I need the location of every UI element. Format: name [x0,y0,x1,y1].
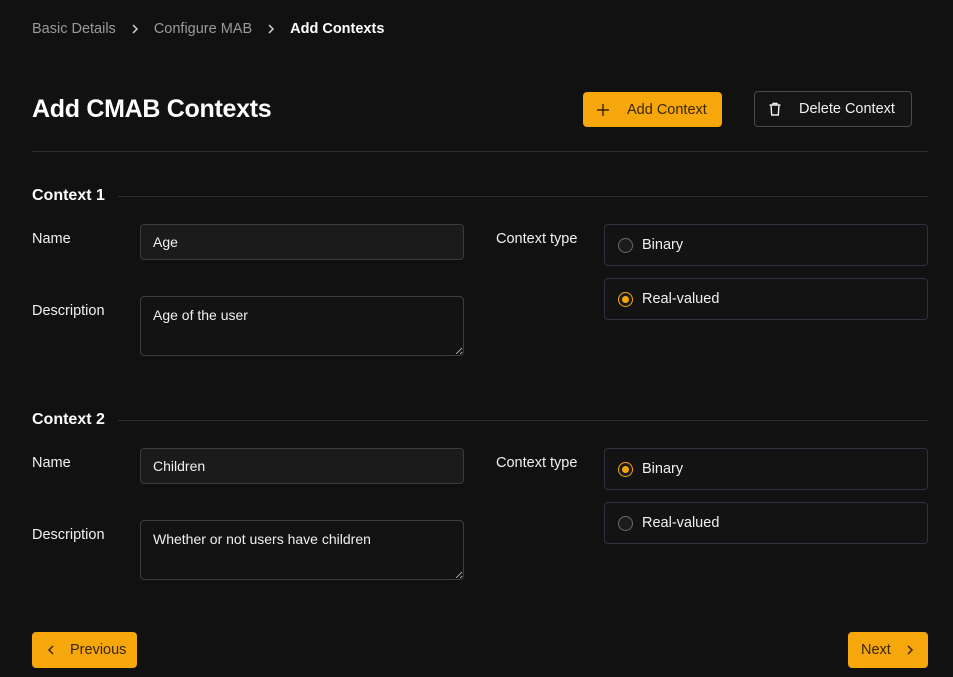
radio-button[interactable] [618,237,633,253]
context-section-2: Context 2 Name Description Whether or no… [32,410,928,590]
name-input[interactable] [140,448,464,484]
radio-label: Real-valued [642,291,720,307]
radio-option-binary[interactable]: Binary [604,448,928,490]
plus-icon [596,103,610,117]
trash-icon [767,101,783,117]
radio-button[interactable] [618,515,633,531]
context-title: Context 1 [32,187,105,204]
breadcrumb-basic-details[interactable]: Basic Details [32,21,116,37]
radio-option-real-valued[interactable]: Real-valued [604,278,928,320]
context-section-1: Context 1 Name Description Age of the us… [32,186,928,366]
name-label: Name [32,231,71,247]
context-header: Context 1 [32,186,928,206]
next-button[interactable]: Next [848,632,928,668]
radio-option-binary[interactable]: Binary [604,224,928,266]
description-textarea[interactable]: Age of the user [140,296,464,356]
header-divider [32,151,928,152]
context-type-label: Context type [496,455,578,471]
delete-context-button[interactable]: Delete Context [754,91,912,127]
delete-context-label: Delete Context [799,101,895,117]
context-type-label: Context type [496,231,578,247]
breadcrumb: Basic Details Configure MAB Add Contexts [32,20,384,38]
divider [117,195,928,197]
divider [117,419,928,421]
radio-label: Binary [642,237,684,253]
breadcrumb-configure-mab[interactable]: Configure MAB [154,21,252,37]
chevron-right-icon [130,24,140,34]
chevron-right-icon [905,645,915,655]
radio-button-selected[interactable] [618,461,633,477]
radio-button-selected[interactable] [618,291,633,307]
previous-label: Previous [70,642,127,658]
chevron-left-icon [46,645,56,655]
description-label: Description [32,527,105,543]
radio-label: Real-valued [642,515,720,531]
description-textarea[interactable]: Whether or not users have children [140,520,464,580]
page-title: Add CMAB Contexts [32,95,272,123]
name-input[interactable] [140,224,464,260]
name-label: Name [32,455,71,471]
breadcrumb-add-contexts: Add Contexts [290,21,385,37]
radio-option-real-valued[interactable]: Real-valued [604,502,928,544]
chevron-right-icon [266,24,276,34]
context-title: Context 2 [32,411,105,428]
next-label: Next [861,642,891,658]
radio-label: Binary [642,461,684,477]
add-context-label: Add Context [627,101,707,118]
previous-button[interactable]: Previous [32,632,137,668]
description-label: Description [32,303,105,319]
add-context-button[interactable]: Add Context [583,92,722,127]
context-header: Context 2 [32,410,928,430]
